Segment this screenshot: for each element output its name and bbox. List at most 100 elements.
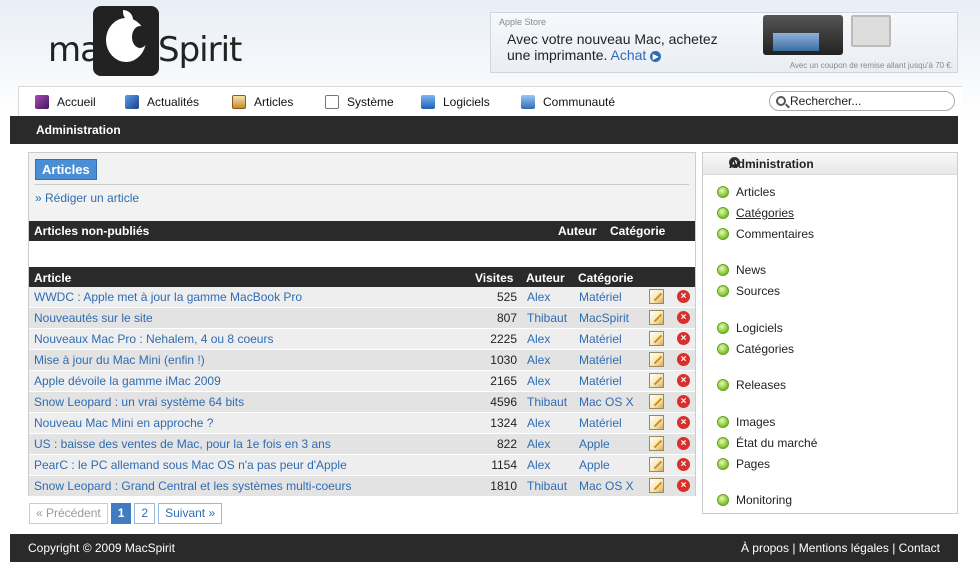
write-article-link[interactable]: » Rédiger un article bbox=[35, 191, 139, 205]
edit-icon[interactable] bbox=[649, 394, 664, 409]
sidebar-item-logiciels[interactable]: Logiciels bbox=[717, 320, 783, 336]
sidebar-item-categories[interactable]: Catégories bbox=[717, 205, 794, 221]
delete-icon[interactable]: × bbox=[677, 416, 690, 429]
article-title-link[interactable]: Snow Leopard : un vrai système 64 bits bbox=[34, 395, 244, 409]
delete-icon[interactable]: × bbox=[677, 311, 690, 324]
article-category-link[interactable]: Matériel bbox=[579, 332, 622, 346]
article-author-link[interactable]: Alex bbox=[527, 290, 550, 304]
apple-store-ad[interactable]: Apple Store Avec votre nouveau Mac, ache… bbox=[490, 12, 958, 73]
unpublished-title: Articles non-publiés bbox=[34, 224, 150, 238]
legal-link[interactable]: Mentions légales bbox=[799, 541, 889, 555]
search-box[interactable] bbox=[769, 91, 955, 111]
arrow-right-icon: ▶ bbox=[650, 50, 662, 62]
sidebar-item-monitoring[interactable]: Monitoring bbox=[717, 492, 792, 508]
article-title-link[interactable]: Nouveaux Mac Pro : Nehalem, 4 ou 8 coeur… bbox=[34, 332, 273, 346]
article-author-link[interactable]: Thibaut bbox=[527, 311, 567, 325]
edit-icon[interactable] bbox=[649, 289, 664, 304]
article-author-link[interactable]: Alex bbox=[527, 353, 550, 367]
nav-label: Actualités bbox=[147, 95, 200, 109]
edit-icon[interactable] bbox=[649, 415, 664, 430]
article-title-link[interactable]: Nouveau Mac Mini en approche ? bbox=[34, 416, 213, 430]
sidebar-item-commentaires[interactable]: Commentaires bbox=[717, 226, 814, 242]
contact-link[interactable]: Contact bbox=[899, 541, 940, 555]
search-input[interactable] bbox=[790, 94, 950, 108]
nav-item-accueil[interactable]: Accueil bbox=[35, 93, 96, 111]
edit-icon[interactable] bbox=[649, 310, 664, 325]
sidebar-item-news[interactable]: News bbox=[717, 262, 766, 278]
delete-icon[interactable]: × bbox=[677, 290, 690, 303]
edit-icon[interactable] bbox=[649, 436, 664, 451]
article-author-link[interactable]: Alex bbox=[527, 374, 550, 388]
nav-item-actualites[interactable]: Actualités bbox=[125, 93, 199, 111]
edit-icon[interactable] bbox=[649, 457, 664, 472]
green-dot-icon bbox=[717, 228, 729, 240]
col-visits: Visites bbox=[475, 271, 514, 285]
article-title-link[interactable]: US : baisse des ventes de Mac, pour la 1… bbox=[34, 437, 331, 451]
nav-label: Système bbox=[347, 95, 394, 109]
subnav-administration[interactable]: Administration bbox=[36, 123, 121, 137]
delete-icon[interactable]: × bbox=[677, 395, 690, 408]
edit-icon[interactable] bbox=[649, 478, 664, 493]
article-category-link[interactable]: Matériel bbox=[579, 290, 622, 304]
article-category-link[interactable]: Mac OS X bbox=[579, 479, 634, 493]
article-author-link[interactable]: Alex bbox=[527, 458, 550, 472]
edit-icon[interactable] bbox=[649, 331, 664, 346]
green-dot-icon bbox=[717, 416, 729, 428]
nav-label: Logiciels bbox=[443, 95, 490, 109]
sidebar-item-etat-du-marche[interactable]: État du marché bbox=[717, 435, 817, 451]
admin-subnav: Administration bbox=[10, 116, 958, 144]
sidebar-item-articles[interactable]: Articles bbox=[717, 184, 775, 200]
green-dot-icon bbox=[717, 322, 729, 334]
table-row: Nouveaux Mac Pro : Nehalem, 4 ou 8 coeur… bbox=[29, 329, 695, 350]
article-category-link[interactable]: Apple bbox=[579, 458, 610, 472]
ad-cta-link[interactable]: Achat bbox=[611, 47, 647, 63]
delete-icon[interactable]: × bbox=[677, 353, 690, 366]
sidebar-item-label: Images bbox=[736, 415, 776, 429]
table-row: Apple dévoile la gamme iMac 2009 2165 Al… bbox=[29, 371, 695, 392]
article-author-link[interactable]: Alex bbox=[527, 416, 550, 430]
nav-item-articles[interactable]: Articles bbox=[232, 93, 293, 111]
article-category-link[interactable]: Apple bbox=[579, 437, 610, 451]
articles-panel: Articles » Rédiger un article Articles n… bbox=[28, 152, 696, 524]
article-category-link[interactable]: Matériel bbox=[579, 374, 622, 388]
delete-icon[interactable]: × bbox=[677, 458, 690, 471]
sidebar-item-images[interactable]: Images bbox=[717, 414, 775, 430]
next-page-button[interactable]: Suivant » bbox=[158, 503, 223, 524]
sidebar-item-releases[interactable]: Releases bbox=[717, 377, 786, 393]
site-logo[interactable]: ma Spirit bbox=[48, 6, 242, 76]
article-title-link[interactable]: Apple dévoile la gamme iMac 2009 bbox=[34, 374, 221, 388]
delete-icon[interactable]: × bbox=[677, 374, 690, 387]
nav-item-communaute[interactable]: Communauté bbox=[521, 93, 615, 111]
footer: Copyright © 2009 MacSpirit À propos | Me… bbox=[10, 534, 958, 562]
delete-icon[interactable]: × bbox=[677, 332, 690, 345]
article-title-link[interactable]: Snow Leopard : Grand Central et les syst… bbox=[34, 479, 351, 493]
article-title-link[interactable]: Mise à jour du Mac Mini (enfin !) bbox=[34, 353, 205, 367]
article-author-link[interactable]: Thibaut bbox=[527, 479, 567, 493]
article-category-link[interactable]: MacSpirit bbox=[579, 311, 629, 325]
edit-icon[interactable] bbox=[649, 373, 664, 388]
article-author-link[interactable]: Alex bbox=[527, 437, 550, 451]
article-category-link[interactable]: Matériel bbox=[579, 416, 622, 430]
green-dot-icon bbox=[717, 264, 729, 276]
sidebar-item-sources[interactable]: Sources bbox=[717, 283, 780, 299]
nav-item-systeme[interactable]: Système bbox=[325, 93, 394, 111]
delete-icon[interactable]: × bbox=[677, 479, 690, 492]
article-title-link[interactable]: Nouveautés sur le site bbox=[34, 311, 153, 325]
sidebar-item-label: Articles bbox=[736, 185, 776, 199]
prev-page-button: « Précédent bbox=[29, 503, 108, 524]
article-title-link[interactable]: PearC : le PC allemand sous Mac OS n'a p… bbox=[34, 458, 347, 472]
article-author-link[interactable]: Alex bbox=[527, 332, 550, 346]
article-category-link[interactable]: Matériel bbox=[579, 353, 622, 367]
article-visits: 1324 bbox=[490, 416, 517, 430]
delete-icon[interactable]: × bbox=[677, 437, 690, 450]
about-link[interactable]: À propos bbox=[741, 541, 789, 555]
article-author-link[interactable]: Thibaut bbox=[527, 395, 567, 409]
article-category-link[interactable]: Mac OS X bbox=[579, 395, 634, 409]
page-1-button[interactable]: 1 bbox=[110, 503, 132, 524]
sidebar-item-logiciels-categories[interactable]: Catégories bbox=[717, 341, 794, 357]
sidebar-item-pages[interactable]: Pages bbox=[717, 456, 770, 472]
nav-item-logiciels[interactable]: Logiciels bbox=[421, 93, 490, 111]
article-title-link[interactable]: WWDC : Apple met à jour la gamme MacBook… bbox=[34, 290, 302, 304]
page-2-button[interactable]: 2 bbox=[134, 503, 156, 524]
edit-icon[interactable] bbox=[649, 352, 664, 367]
